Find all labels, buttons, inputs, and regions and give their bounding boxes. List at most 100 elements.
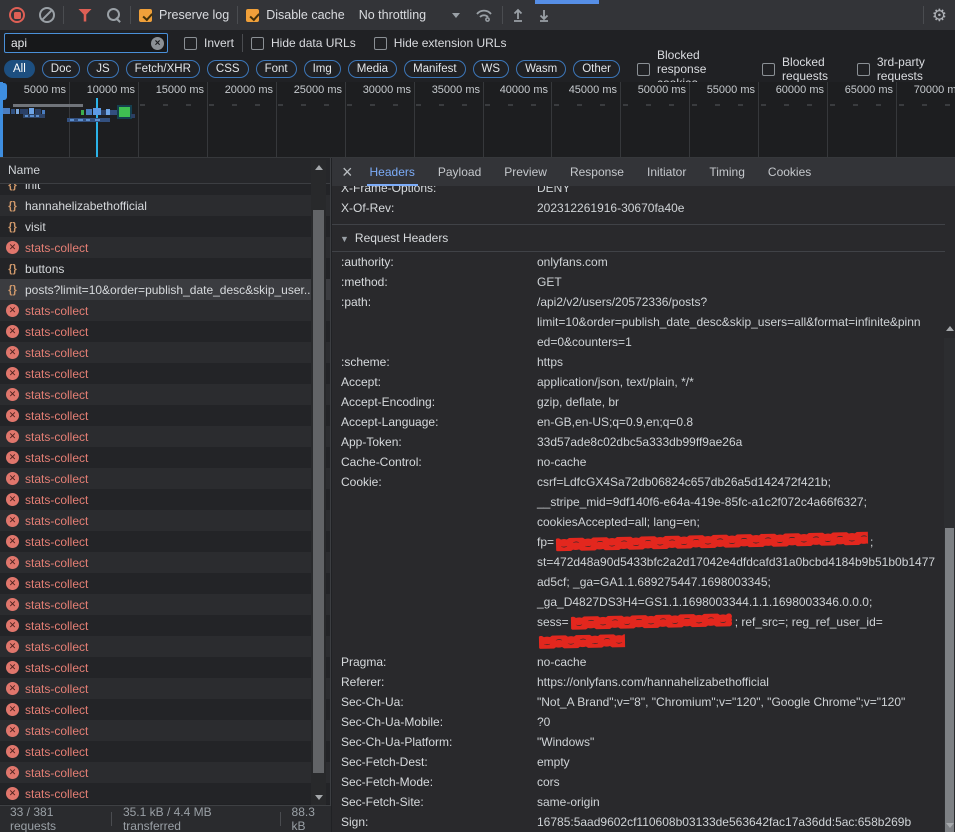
- pending-request-tick: [899, 104, 904, 106]
- clear-filter-icon[interactable]: ×: [151, 37, 164, 50]
- request-row[interactable]: ✕stats-collect: [0, 489, 330, 510]
- tab-preview[interactable]: Preview: [499, 158, 552, 186]
- import-har-icon[interactable]: [511, 7, 525, 23]
- request-row[interactable]: ✕stats-collect: [0, 762, 330, 783]
- timeline-tick-label: 50000 ms: [616, 84, 686, 96]
- tab-cookies[interactable]: Cookies: [763, 158, 816, 186]
- export-har-icon[interactable]: [537, 7, 551, 23]
- request-row[interactable]: ✕stats-collect: [0, 531, 330, 552]
- settings-gear-icon[interactable]: ⚙: [932, 7, 947, 24]
- request-row[interactable]: ✕stats-collect: [0, 321, 330, 342]
- request-name: init: [25, 184, 40, 192]
- request-headers-section-toggle[interactable]: ▼Request Headers: [332, 224, 945, 252]
- request-row[interactable]: {}visit: [0, 216, 330, 237]
- 3rd-party-requests-label[interactable]: 3rd-party requests: [877, 55, 939, 83]
- header-value: cors: [537, 772, 560, 792]
- scroll-up-icon[interactable]: [946, 326, 954, 331]
- blocked-requests-checkbox[interactable]: [762, 63, 775, 76]
- request-list-scrollbar[interactable]: [311, 160, 326, 805]
- type-pill-fetch-xhr[interactable]: Fetch/XHR: [126, 60, 200, 78]
- request-row[interactable]: ✕stats-collect: [0, 720, 330, 741]
- 3rd-party-requests-checkbox[interactable]: [857, 63, 870, 76]
- close-icon[interactable]: ×: [342, 159, 353, 185]
- throttling-select[interactable]: No throttling: [359, 8, 426, 22]
- request-row[interactable]: ✕stats-collect: [0, 594, 330, 615]
- blocked-response-cookies-checkbox[interactable]: [637, 63, 650, 76]
- details-scrollbar[interactable]: [944, 338, 955, 832]
- type-pill-img[interactable]: Img: [304, 60, 341, 78]
- request-row[interactable]: ✕stats-collect: [0, 468, 330, 489]
- request-row[interactable]: ✕stats-collect: [0, 552, 330, 573]
- request-row[interactable]: ✕stats-collect: [0, 426, 330, 447]
- request-row[interactable]: ✕stats-collect: [0, 615, 330, 636]
- record-icon[interactable]: [9, 7, 25, 23]
- blocked-requests-label[interactable]: Blocked requests: [782, 55, 841, 83]
- type-pill-all[interactable]: All: [4, 60, 35, 78]
- type-pill-css[interactable]: CSS: [207, 60, 249, 78]
- invert-label[interactable]: Invert: [204, 36, 234, 50]
- request-row[interactable]: ✕stats-collect: [0, 363, 330, 384]
- disable-cache-checkbox[interactable]: [246, 9, 259, 22]
- request-row[interactable]: ✕stats-collect: [0, 300, 330, 321]
- invert-checkbox[interactable]: [184, 37, 197, 50]
- request-row[interactable]: ✕stats-collect: [0, 573, 330, 594]
- network-conditions-icon[interactable]: [474, 7, 494, 23]
- preserve-log-checkbox[interactable]: [139, 9, 152, 22]
- scrollbar-thumb[interactable]: [313, 210, 324, 773]
- request-row[interactable]: ✕stats-collect: [0, 657, 330, 678]
- tab-headers[interactable]: Headers: [365, 158, 420, 186]
- request-row[interactable]: ✕stats-collect: [0, 384, 330, 405]
- tab-response[interactable]: Response: [565, 158, 629, 186]
- filter-icon[interactable]: [78, 9, 92, 22]
- header-name: Accept-Encoding:: [341, 392, 537, 412]
- type-pill-doc[interactable]: Doc: [42, 60, 80, 78]
- request-row[interactable]: ✕stats-collect: [0, 447, 330, 468]
- request-row[interactable]: {}hannahelizabethofficial: [0, 195, 330, 216]
- error-icon: ✕: [6, 724, 19, 737]
- tab-payload[interactable]: Payload: [433, 158, 486, 186]
- type-pill-ws[interactable]: WS: [473, 60, 510, 78]
- pending-request-tick: [324, 104, 329, 106]
- type-pill-js[interactable]: JS: [87, 60, 118, 78]
- request-row-selected[interactable]: {}posts?limit=10&order=publish_date_desc…: [0, 279, 330, 300]
- request-row[interactable]: ✕stats-collect: [0, 783, 330, 804]
- request-row[interactable]: ✕stats-collect: [0, 741, 330, 762]
- hide-extension-urls-label[interactable]: Hide extension URLs: [394, 36, 507, 50]
- preserve-log-label[interactable]: Preserve log: [159, 8, 229, 22]
- type-pill-manifest[interactable]: Manifest: [404, 60, 465, 78]
- clear-icon[interactable]: [39, 7, 55, 23]
- search-icon[interactable]: [106, 7, 122, 23]
- request-row[interactable]: ✕stats-collect: [0, 636, 330, 657]
- hide-data-urls-label[interactable]: Hide data URLs: [271, 36, 356, 50]
- type-pill-font[interactable]: Font: [256, 60, 297, 78]
- request-row[interactable]: ✕stats-collect: [0, 237, 330, 258]
- hide-extension-urls-checkbox[interactable]: [374, 37, 387, 50]
- scroll-down-icon[interactable]: [315, 795, 323, 800]
- type-pill-wasm[interactable]: Wasm: [516, 60, 566, 78]
- error-icon: ✕: [6, 430, 19, 443]
- request-row[interactable]: ✕stats-collect: [0, 699, 330, 720]
- request-row[interactable]: ✕stats-collect: [0, 342, 330, 363]
- scroll-down-icon[interactable]: [946, 823, 954, 828]
- header-value: "Windows": [537, 732, 594, 752]
- type-pill-other[interactable]: Other: [573, 60, 620, 78]
- tab-initiator[interactable]: Initiator: [642, 158, 691, 186]
- tab-timing[interactable]: Timing: [704, 158, 750, 186]
- type-pill-media[interactable]: Media: [348, 60, 397, 78]
- request-row[interactable]: {}buttons: [0, 258, 330, 279]
- timeline-overview[interactable]: 5000 ms10000 ms15000 ms20000 ms25000 ms3…: [0, 82, 955, 158]
- name-column-header[interactable]: Name: [0, 158, 330, 184]
- request-details-panel: × Headers Payload Preview Response Initiator…: [332, 158, 955, 832]
- hide-data-urls-checkbox[interactable]: [251, 37, 264, 50]
- chevron-down-icon[interactable]: [452, 13, 460, 18]
- scroll-up-icon[interactable]: [315, 165, 323, 170]
- header-value: 33d57ade8c02dbc5a333db99ff9ae26a: [537, 432, 742, 452]
- request-row[interactable]: ✕stats-collect: [0, 510, 330, 531]
- request-row[interactable]: ✕stats-collect: [0, 405, 330, 426]
- filter-input[interactable]: api ×: [4, 33, 168, 53]
- request-row[interactable]: {}init: [0, 184, 330, 195]
- request-row[interactable]: ✕stats-collect: [0, 678, 330, 699]
- disable-cache-label[interactable]: Disable cache: [266, 8, 345, 22]
- timeline-tick-label: 65000 ms: [823, 84, 893, 96]
- scrollbar-thumb[interactable]: [945, 528, 954, 832]
